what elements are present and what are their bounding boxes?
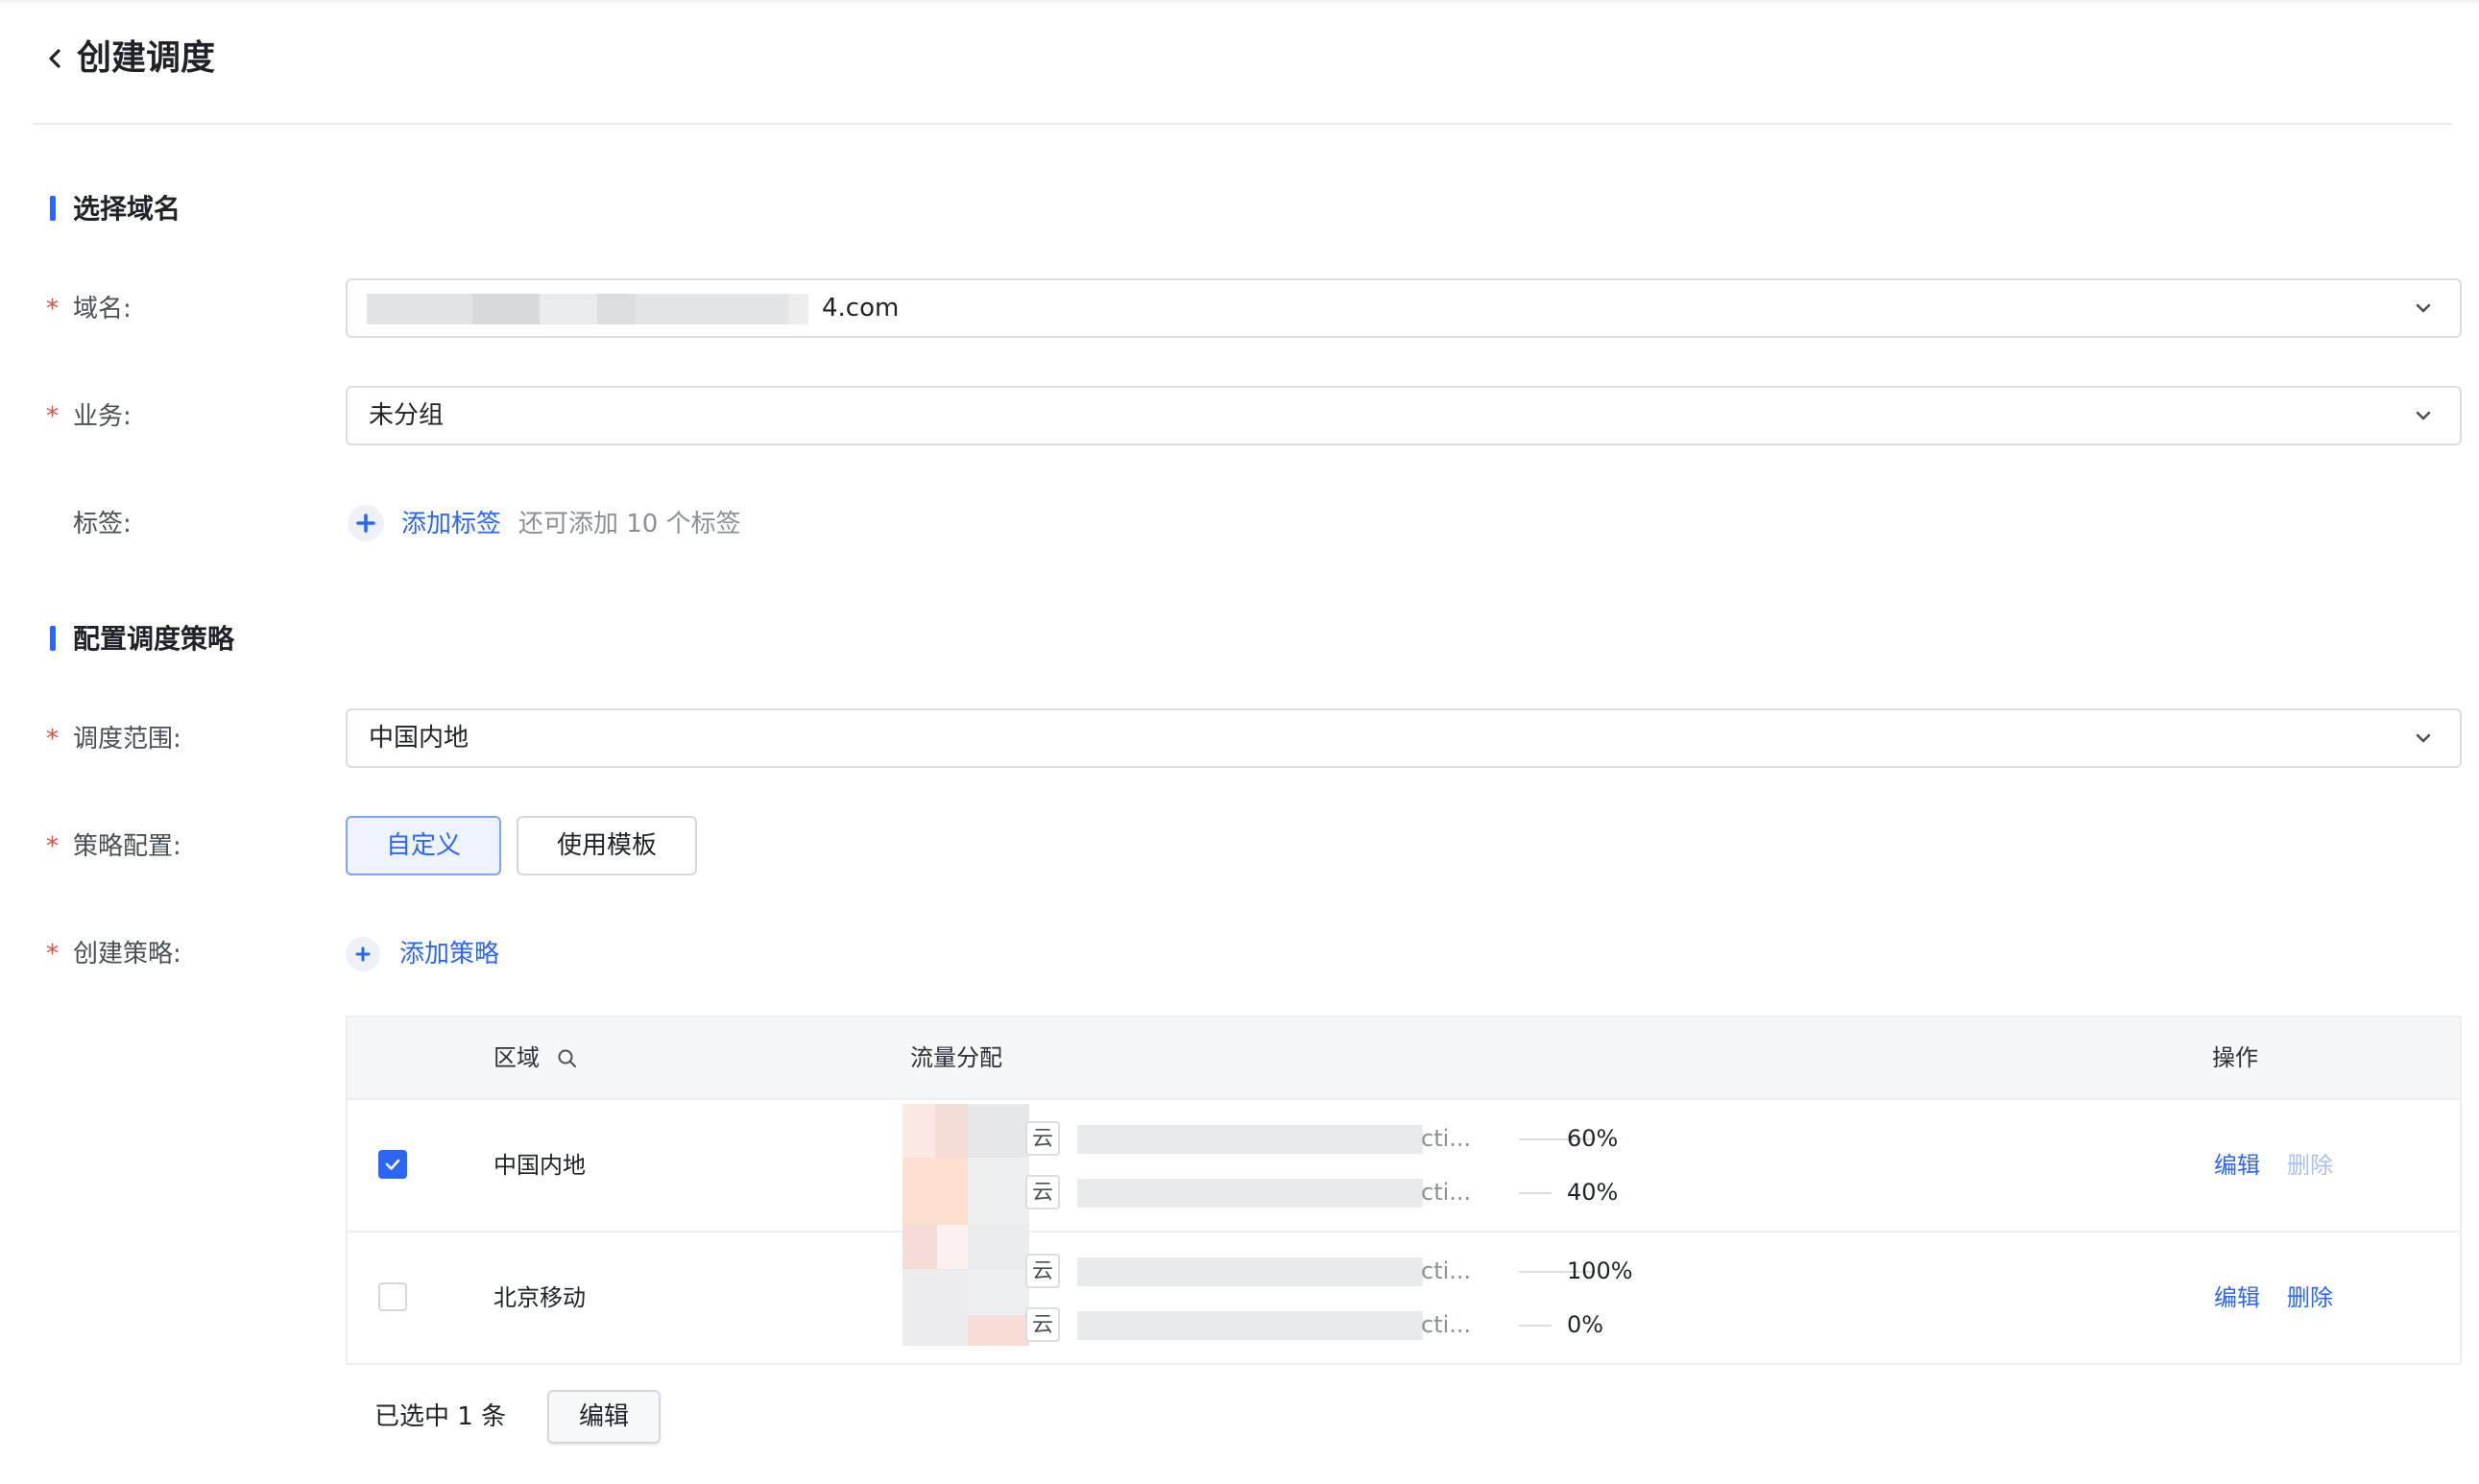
weight-bar bbox=[1519, 1192, 1552, 1194]
weight-bar bbox=[1519, 1325, 1552, 1327]
add-strategy-plus-icon[interactable] bbox=[346, 937, 380, 971]
add-strategy-link[interactable]: 添加策略 bbox=[399, 935, 499, 973]
page-title: 创建调度 bbox=[77, 38, 216, 78]
custom-option-button[interactable]: 自定义 bbox=[346, 816, 501, 875]
header-divider bbox=[33, 123, 2452, 125]
redacted-block bbox=[597, 294, 636, 324]
weight-percent: 100% bbox=[1567, 1257, 1633, 1284]
create-strategy-label: 创建策略: bbox=[73, 940, 181, 969]
scope-value: 中国内地 bbox=[369, 724, 469, 753]
redacted-block bbox=[367, 294, 472, 324]
column-header-region: 区域 bbox=[493, 1044, 540, 1071]
required-marker: * bbox=[46, 725, 59, 754]
redacted-block bbox=[789, 294, 808, 324]
row-divider bbox=[348, 1231, 2460, 1233]
row-checkbox[interactable] bbox=[378, 1150, 407, 1179]
weight-percent: 0% bbox=[1567, 1311, 1604, 1338]
cdn-tag: 云 bbox=[1025, 1307, 1060, 1342]
cdn-tag-text: 云 bbox=[1031, 1181, 1053, 1205]
tags-label: 标签: bbox=[73, 510, 132, 539]
redacted-block bbox=[968, 1315, 1029, 1346]
required-marker: * bbox=[46, 402, 59, 431]
use-template-option-button[interactable]: 使用模板 bbox=[517, 816, 697, 875]
required-marker: * bbox=[46, 940, 59, 969]
weight-percent: 40% bbox=[1567, 1179, 1619, 1206]
redacted-block bbox=[937, 1225, 968, 1269]
domain-value: 4.com bbox=[822, 294, 900, 323]
delete-row-button-disabled: 删除 bbox=[2287, 1152, 2333, 1179]
domain-select[interactable]: 4.com bbox=[346, 278, 2462, 338]
tags-hint: 还可添加 10 个标签 bbox=[518, 510, 741, 539]
weight-percent: 60% bbox=[1567, 1125, 1619, 1152]
cdn-tag: 云 bbox=[1025, 1175, 1060, 1209]
section-indicator bbox=[50, 196, 56, 221]
redacted-cdn-name bbox=[1077, 1311, 1423, 1340]
redacted-block bbox=[903, 1158, 968, 1225]
redacted-cdn-name bbox=[1077, 1257, 1423, 1286]
business-label: 业务: bbox=[73, 402, 132, 431]
top-shadow bbox=[0, 0, 2479, 6]
redacted-block bbox=[903, 1269, 968, 1346]
edit-row-button[interactable]: 编辑 bbox=[2214, 1148, 2260, 1183]
cdn-name-suffix: cti... bbox=[1421, 1257, 1472, 1284]
redacted-block bbox=[540, 294, 597, 324]
batch-edit-button[interactable]: 编辑 bbox=[547, 1390, 661, 1444]
cdn-tag: 云 bbox=[1025, 1254, 1060, 1288]
add-tag-plus-icon[interactable] bbox=[348, 505, 384, 541]
redacted-block bbox=[636, 294, 789, 324]
row-checkbox[interactable] bbox=[378, 1282, 407, 1311]
scope-select[interactable]: 中国内地 bbox=[346, 708, 2462, 768]
column-header-actions: 操作 bbox=[2212, 1044, 2258, 1071]
delete-row-button[interactable]: 删除 bbox=[2287, 1281, 2333, 1315]
scope-label: 调度范围: bbox=[73, 725, 181, 754]
domain-label: 域名: bbox=[73, 295, 132, 323]
required-marker: * bbox=[46, 295, 59, 323]
cdn-name-suffix: cti... bbox=[1421, 1125, 1472, 1152]
add-tag-link[interactable]: 添加标签 bbox=[401, 505, 501, 543]
redacted-block bbox=[968, 1158, 1029, 1225]
required-marker: * bbox=[46, 832, 59, 861]
redacted-block bbox=[968, 1225, 1029, 1269]
section-indicator bbox=[50, 626, 56, 651]
edit-row-button[interactable]: 编辑 bbox=[2214, 1281, 2260, 1315]
section-title-config-strategy: 配置调度策略 bbox=[73, 623, 235, 655]
redacted-block bbox=[472, 294, 540, 324]
check-icon bbox=[385, 1159, 400, 1170]
row-region: 北京移动 bbox=[493, 1284, 586, 1311]
section-title-select-domain: 选择域名 bbox=[73, 193, 181, 225]
cdn-tag-text: 云 bbox=[1031, 1127, 1053, 1151]
redacted-cdn-name bbox=[1077, 1125, 1423, 1154]
search-icon[interactable] bbox=[557, 1048, 578, 1069]
chevron-down-icon bbox=[2416, 733, 2431, 743]
cdn-tag-text: 云 bbox=[1031, 1313, 1053, 1337]
business-select[interactable]: 未分组 bbox=[346, 386, 2462, 445]
cdn-name-suffix: cti... bbox=[1421, 1311, 1472, 1338]
back-arrow-icon[interactable] bbox=[44, 44, 65, 73]
cdn-name-suffix: cti... bbox=[1421, 1179, 1472, 1206]
redacted-block bbox=[903, 1225, 937, 1269]
redacted-block bbox=[935, 1104, 968, 1158]
redacted-block bbox=[903, 1104, 935, 1158]
business-value: 未分组 bbox=[369, 401, 445, 430]
selected-count-text: 已选中 1 条 bbox=[374, 1402, 507, 1431]
strategy-config-label: 策略配置: bbox=[73, 832, 181, 861]
table-header bbox=[348, 1017, 2460, 1100]
cdn-tag-text: 云 bbox=[1031, 1259, 1053, 1283]
column-header-traffic: 流量分配 bbox=[910, 1044, 1002, 1071]
redacted-block bbox=[968, 1104, 1029, 1158]
cdn-tag: 云 bbox=[1025, 1121, 1060, 1156]
row-region: 中国内地 bbox=[493, 1152, 586, 1179]
chevron-down-icon bbox=[2416, 303, 2431, 313]
chevron-down-icon bbox=[2416, 411, 2431, 420]
redacted-cdn-name bbox=[1077, 1179, 1423, 1208]
redacted-block bbox=[968, 1269, 1029, 1315]
